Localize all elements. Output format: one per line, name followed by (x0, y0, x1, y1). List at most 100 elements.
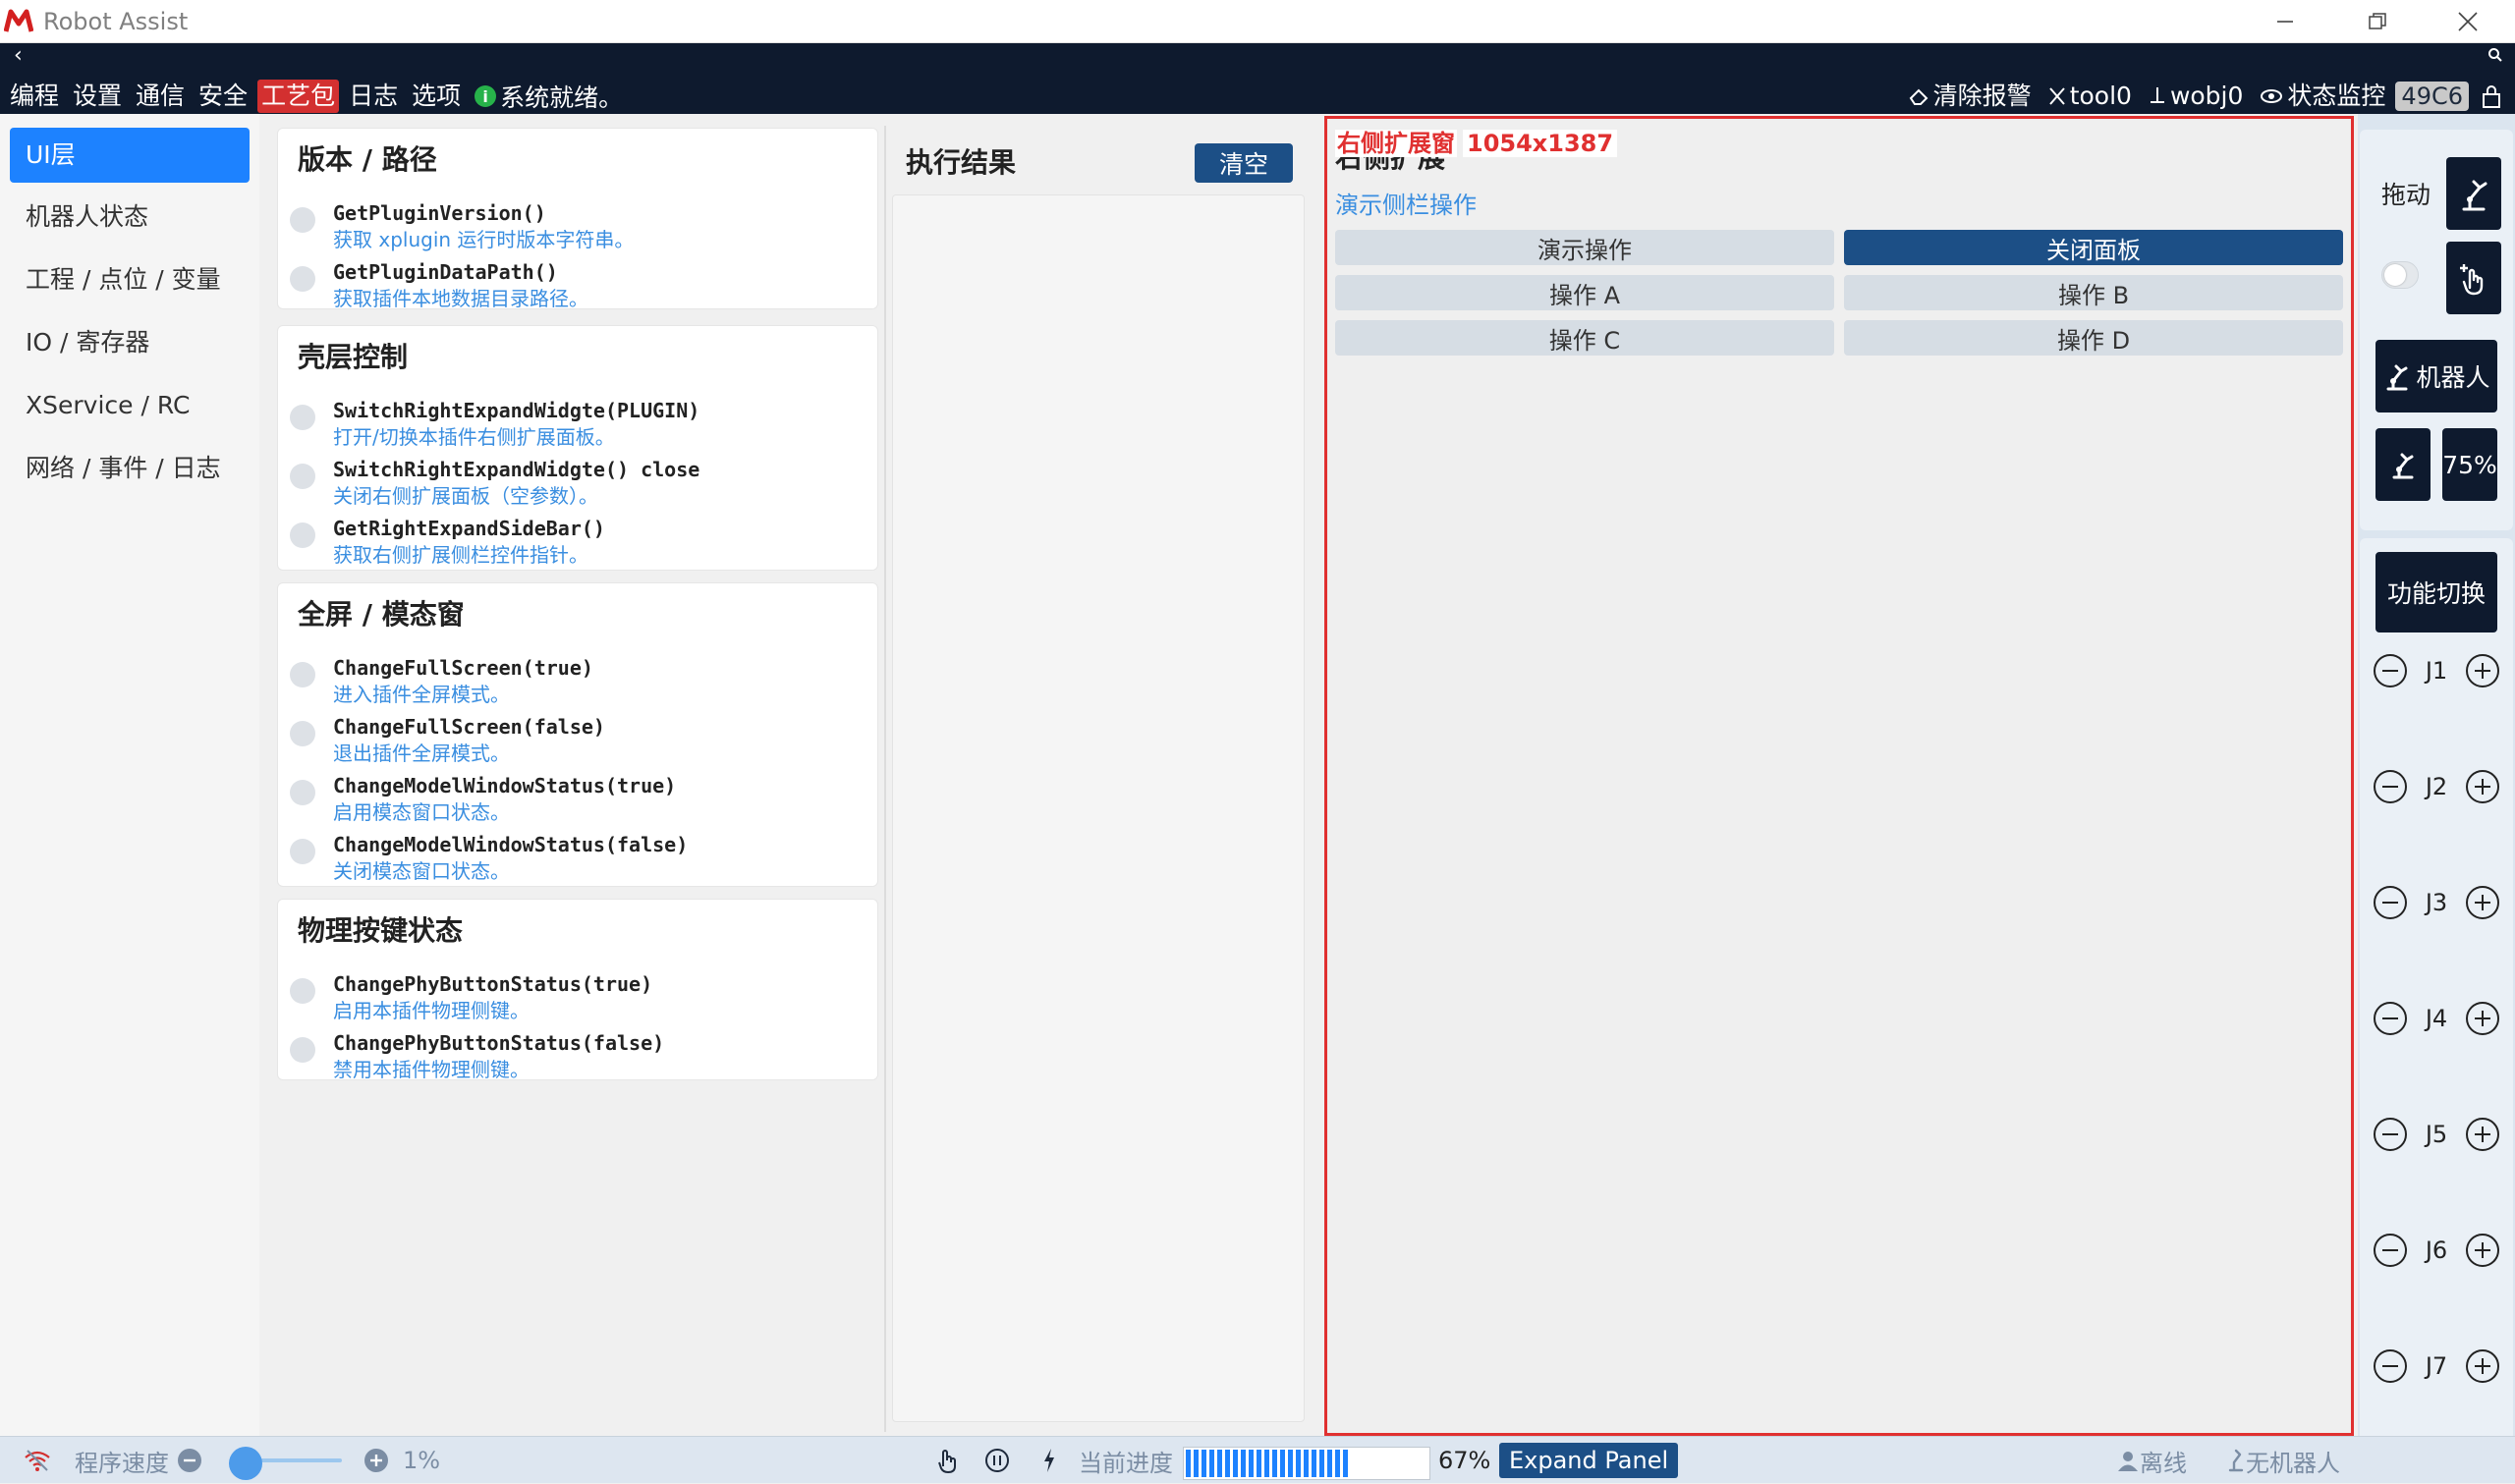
sidebar-item-ui-layer[interactable]: UI层 (10, 128, 250, 183)
robot-button[interactable]: 机器人 (2375, 340, 2497, 412)
menu-item-settings[interactable]: 设置 (69, 80, 126, 113)
action-d-button[interactable]: 操作 D (1844, 320, 2343, 356)
api-radio[interactable] (290, 978, 315, 1004)
progress-value: 67% (1438, 1447, 1491, 1474)
lock-icon (2483, 85, 2500, 108)
sidebar-item-xservice-rc[interactable]: XService / RC (10, 378, 250, 433)
status-monitor-button[interactable]: 状态监控 (2259, 80, 2385, 113)
robot-mode-button[interactable] (2375, 428, 2431, 501)
function-switch-button[interactable]: 功能切换 (2375, 552, 2497, 632)
api-item[interactable]: SwitchRightExpandWidgte() close 关闭右侧扩展面板… (290, 454, 860, 513)
pause-circle-icon (985, 1449, 1009, 1472)
action-a-button[interactable]: 操作 A (1335, 275, 1834, 310)
plus-circle-icon[interactable] (2464, 1000, 2501, 1037)
program-speed-value: 1% (403, 1447, 441, 1474)
minus-circle-icon[interactable] (2372, 884, 2409, 921)
lock-button[interactable] (2481, 83, 2505, 109)
result-output[interactable] (892, 194, 1305, 1422)
speed-slider-handle[interactable] (229, 1447, 263, 1480)
minus-circle-icon[interactable] (2372, 1347, 2409, 1385)
restore-button[interactable] (2338, 0, 2417, 43)
api-item[interactable]: ChangeFullScreen(false) 退出插件全屏模式。 (290, 711, 860, 770)
action-b-button[interactable]: 操作 B (1844, 275, 2343, 310)
sidebar-item-io-registers[interactable]: IO / 寄存器 (10, 315, 250, 370)
speed-button[interactable]: 75% (2442, 428, 2497, 501)
user-icon (2118, 1452, 2138, 1471)
menu-item-safety[interactable]: 安全 (195, 80, 252, 113)
close-button[interactable] (2429, 0, 2507, 43)
demo-action-button[interactable]: 演示操作 (1335, 230, 1834, 265)
joint-row-j7: J7 (2358, 1347, 2515, 1387)
api-item[interactable]: ChangeFullScreen(true) 进入插件全屏模式。 (290, 652, 860, 711)
minus-circle-icon[interactable] (2372, 1000, 2409, 1037)
api-radio[interactable] (290, 1037, 315, 1063)
plus-circle-icon[interactable] (2464, 884, 2501, 921)
clear-button[interactable]: 清空 (1195, 143, 1293, 183)
plus-circle-icon[interactable] (2464, 768, 2501, 805)
pause-button[interactable] (984, 1437, 1010, 1484)
lightning-icon (1044, 1449, 1054, 1472)
right-control-bar: 拖动 机器人 75% 功能切换 J1 J2 J3 J4 J5 J6 J7 (2358, 114, 2515, 1469)
speed-decrease-button[interactable] (177, 1437, 202, 1484)
back-arrow-icon[interactable]: ‹ (14, 45, 23, 67)
robot-arm-icon (2386, 364, 2408, 391)
wobj-selector[interactable]: wobj0 (2148, 80, 2243, 113)
menu-item-program[interactable]: 编程 (6, 80, 63, 113)
api-item[interactable]: SwitchRightExpandWidgte(PLUGIN) 打开/切换本插件… (290, 395, 860, 454)
minus-circle-icon[interactable] (2372, 768, 2409, 805)
action-c-button[interactable]: 操作 C (1335, 320, 1834, 356)
joint-label: J2 (2425, 773, 2448, 800)
api-radio[interactable] (290, 266, 315, 292)
api-item[interactable]: GetPluginDataPath() 获取插件本地数据目录路径。 (290, 256, 860, 315)
plus-circle-icon[interactable] (2464, 1116, 2501, 1153)
api-radio[interactable] (290, 662, 315, 687)
drag-mode-button[interactable] (2446, 157, 2501, 230)
api-radio[interactable] (290, 839, 315, 864)
api-item[interactable]: GetPluginVersion() 获取 xplugin 运行时版本字符串。 (290, 197, 860, 256)
api-item[interactable]: ChangePhyButtonStatus(true) 启用本插件物理侧键。 (290, 968, 860, 1027)
sidebar-item-robot-status[interactable]: 机器人状态 (10, 190, 250, 245)
minus-circle-icon[interactable] (2372, 652, 2409, 689)
api-radio[interactable] (290, 780, 315, 805)
step-button[interactable] (935, 1437, 959, 1484)
api-item[interactable]: ChangeModelWindowStatus(false) 关闭模态窗口状态。 (290, 829, 860, 888)
api-radio[interactable] (290, 464, 315, 489)
close-panel-button[interactable]: 关闭面板 (1844, 230, 2343, 265)
api-name: ChangePhyButtonStatus(true) (333, 972, 653, 996)
plus-circle-icon[interactable] (2464, 1347, 2501, 1385)
menu-item-process-package[interactable]: 工艺包 (257, 80, 340, 113)
wobj-label: wobj0 (2169, 82, 2244, 110)
speed-increase-button[interactable] (363, 1437, 389, 1484)
joint-row-j4: J4 (2358, 1000, 2515, 1039)
expand-panel-button[interactable]: Expand Panel (1499, 1443, 1679, 1478)
minimize-button[interactable] (2246, 0, 2324, 43)
joint-label: J7 (2425, 1352, 2448, 1380)
robot-arm-icon (2228, 1449, 2244, 1472)
clear-alarm-button[interactable]: 清除报警 (1907, 80, 2032, 113)
drag-toggle[interactable] (2381, 261, 2419, 289)
run-mode-button[interactable] (1039, 1437, 1059, 1484)
api-radio[interactable] (290, 207, 315, 233)
menu-item-communication[interactable]: 通信 (132, 80, 189, 113)
api-radio[interactable] (290, 721, 315, 746)
search-icon[interactable] (2487, 47, 2503, 63)
api-radio[interactable] (290, 405, 315, 430)
hand-guide-button[interactable] (2446, 242, 2501, 314)
window-title: Robot Assist (43, 8, 189, 35)
api-item[interactable]: GetRightExpandSideBar() 获取右侧扩展侧栏控件指针。 (290, 513, 860, 572)
api-item[interactable]: ChangePhyButtonStatus(false) 禁用本插件物理侧键。 (290, 1027, 860, 1086)
plus-circle-icon[interactable] (2464, 652, 2501, 689)
robot-connection-status: 无机器人 (2226, 1437, 2340, 1484)
api-item[interactable]: ChangeModelWindowStatus(true) 启用模态窗口状态。 (290, 770, 860, 829)
menu-item-options[interactable]: 选项 (408, 80, 465, 113)
sidebar-item-project-points-vars[interactable]: 工程 / 点位 / 变量 (10, 252, 250, 307)
card-title: 版本 / 路径 (298, 143, 437, 176)
minus-circle-icon[interactable] (2372, 1232, 2409, 1269)
eye-icon (2261, 89, 2283, 103)
api-radio[interactable] (290, 522, 315, 548)
tool-selector[interactable]: tool0 (2047, 80, 2132, 113)
sidebar-item-network-events-log[interactable]: 网络 / 事件 / 日志 (10, 441, 250, 496)
plus-circle-icon[interactable] (2464, 1232, 2501, 1269)
menu-item-log[interactable]: 日志 (345, 80, 402, 113)
minus-circle-icon[interactable] (2372, 1116, 2409, 1153)
